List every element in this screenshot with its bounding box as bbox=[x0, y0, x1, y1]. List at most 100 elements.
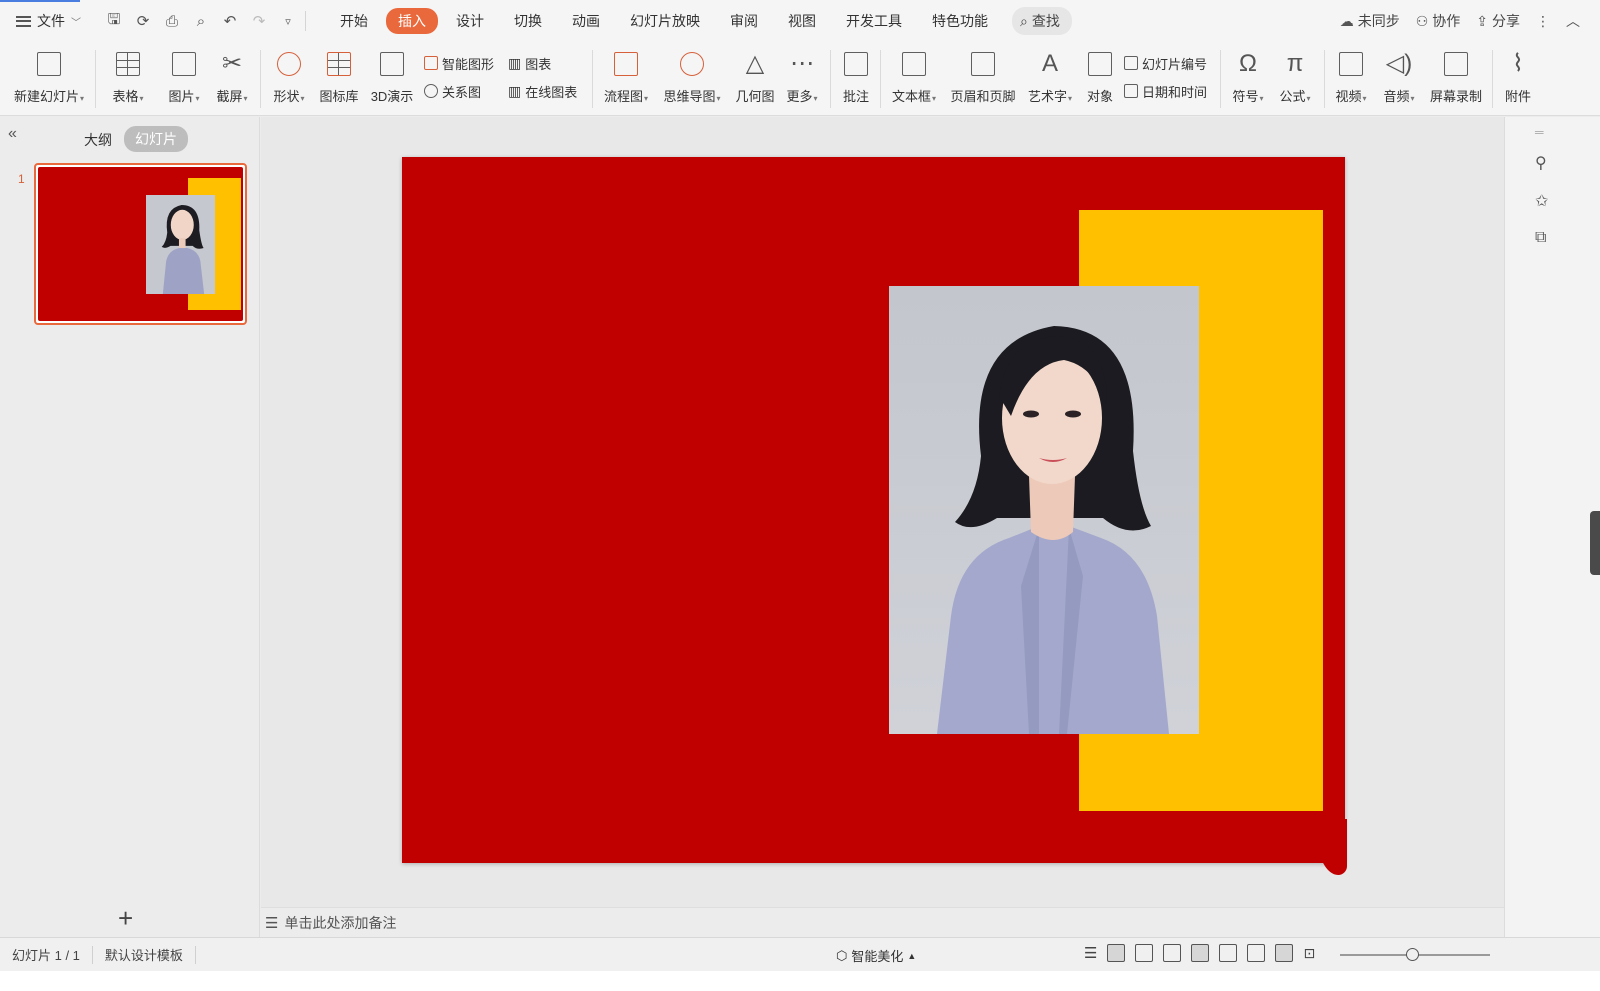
tab-view[interactable]: 视图 bbox=[776, 8, 828, 34]
window-bottom-edge bbox=[0, 971, 1600, 991]
tab-design[interactable]: 设计 bbox=[444, 8, 496, 34]
sync-status[interactable]: ☁ 未同步 bbox=[1340, 11, 1400, 31]
search-button[interactable]: ⌕ 查找 bbox=[1012, 7, 1072, 35]
bar-chart-icon: ▥ bbox=[508, 54, 522, 71]
fit-view-icon[interactable] bbox=[1275, 944, 1294, 962]
copy-pane-icon[interactable]: ⧉ bbox=[1535, 229, 1546, 247]
add-slide-button[interactable]: + bbox=[118, 903, 133, 934]
tab-slides[interactable]: 幻灯片 bbox=[124, 126, 188, 152]
3d-demo-button[interactable]: 3D演示 bbox=[366, 42, 418, 116]
chart-button[interactable]: ▥ 图表 bbox=[508, 52, 551, 74]
calendar-icon bbox=[1124, 84, 1138, 98]
smart-beautify-button[interactable]: ⬡ 智能美化 ▲ bbox=[836, 946, 916, 965]
grid-view-icon[interactable] bbox=[1219, 944, 1238, 962]
undo-icon[interactable]: ↶ bbox=[221, 12, 239, 30]
slide-sorter-icon[interactable] bbox=[1135, 944, 1154, 962]
wordart-label: 艺术字 bbox=[1027, 89, 1067, 104]
date-time-button[interactable]: 日期和时间 bbox=[1124, 80, 1207, 102]
save-icon[interactable]: 🖫 bbox=[105, 9, 123, 34]
zoom-slider[interactable] bbox=[1340, 948, 1490, 961]
tab-review[interactable]: 审阅 bbox=[718, 8, 770, 34]
geometry-label: 几何图 bbox=[735, 89, 775, 104]
attachment-button[interactable]: ⌇ 附件 bbox=[1498, 42, 1538, 116]
pin-icon[interactable]: ✩ bbox=[1535, 191, 1548, 211]
audio-label: 音频 bbox=[1383, 89, 1410, 104]
properties-icon[interactable]: ⚲ bbox=[1535, 153, 1547, 173]
more-options-icon[interactable]: ⋮ bbox=[1536, 13, 1550, 30]
smart-shape-button[interactable]: 智能图形 bbox=[424, 52, 494, 74]
audio-button[interactable]: ◁) 音频▾ bbox=[1378, 42, 1420, 116]
notes-area[interactable]: ☰ 单击此处添加备注 bbox=[261, 907, 1504, 937]
slideshow-icon[interactable]: ⊡ bbox=[1303, 945, 1315, 962]
symbol-button[interactable]: Ω 符号▾ bbox=[1228, 42, 1268, 116]
normal-view-icon[interactable] bbox=[1107, 944, 1126, 962]
video-button[interactable]: 视频▾ bbox=[1330, 42, 1372, 116]
search-icon: ⌕ bbox=[1020, 12, 1028, 29]
title-bar: 文件 ﹀ 🖫 ⟳ ⎙ ⌕ ↶ ↷ ▿ 开始 插入 设计 切换 动画 幻灯片放映 … bbox=[0, 0, 1600, 42]
notes-toggle-icon[interactable]: ☰ bbox=[1084, 944, 1097, 962]
collapse-panel-icon[interactable]: « bbox=[8, 125, 17, 143]
geometry-button[interactable]: △ 几何图 bbox=[732, 42, 778, 116]
tab-slideshow[interactable]: 幻灯片放映 bbox=[618, 8, 712, 34]
share-button[interactable]: ⇪ 分享 bbox=[1476, 11, 1520, 31]
flowchart-button[interactable]: 流程图▾ bbox=[600, 42, 652, 116]
online-chart-icon: ▥ bbox=[508, 82, 522, 99]
header-footer-label: 页眉和页脚 bbox=[950, 89, 1016, 104]
screen-record-icon bbox=[1444, 52, 1468, 76]
screenshot-button[interactable]: ✂ 截屏▾ bbox=[210, 42, 254, 116]
slide-number-label: 幻灯片编号 bbox=[1142, 56, 1208, 72]
slide-number-button[interactable]: 幻灯片编号 bbox=[1124, 52, 1207, 74]
customize-toolbar-icon[interactable]: ▿ bbox=[279, 15, 297, 28]
print-icon[interactable]: ⎙ bbox=[163, 13, 181, 30]
tab-home[interactable]: 开始 bbox=[328, 8, 380, 34]
collab-button[interactable]: ⚇ 协作 bbox=[1416, 11, 1461, 31]
tab-features[interactable]: 特色功能 bbox=[920, 8, 1000, 34]
tab-animations[interactable]: 动画 bbox=[560, 8, 612, 34]
reading-view-icon[interactable] bbox=[1163, 944, 1182, 962]
slide-canvas[interactable] bbox=[402, 157, 1347, 875]
more-button[interactable]: ⋯ 更多▾ bbox=[782, 42, 822, 116]
ribbon-separator bbox=[95, 50, 96, 108]
formula-button[interactable]: π 公式▾ bbox=[1274, 42, 1316, 116]
format-painter-icon[interactable]: ⟳ bbox=[134, 12, 152, 30]
screen-record-button[interactable]: 屏幕录制 bbox=[1426, 42, 1486, 116]
tab-developer[interactable]: 开发工具 bbox=[834, 8, 914, 34]
table-button[interactable]: 表格▾ bbox=[104, 42, 152, 116]
icon-library-button[interactable]: 图标库 bbox=[316, 42, 362, 116]
wordart-button[interactable]: A 艺术字▾ bbox=[1024, 42, 1076, 116]
file-menu[interactable]: 文件 ﹀ bbox=[16, 11, 81, 31]
tab-transitions[interactable]: 切换 bbox=[502, 8, 554, 34]
ellipsis-icon: ⋯ bbox=[790, 50, 814, 77]
picture-button[interactable]: 图片▾ bbox=[162, 42, 206, 116]
object-button[interactable]: 对象 bbox=[1082, 42, 1118, 116]
slide-thumbnail[interactable] bbox=[34, 163, 247, 325]
online-chart-button[interactable]: ▥ 在线图表 bbox=[508, 80, 577, 102]
tab-insert[interactable]: 插入 bbox=[386, 8, 438, 34]
print-preview-icon[interactable]: ⌕ bbox=[192, 13, 210, 30]
status-bar: 幻灯片 1 / 1 默认设计模板 ⬡ 智能美化 ▲ ☰ ⊡ bbox=[0, 937, 1600, 971]
textbox-button[interactable]: 文本框▾ bbox=[888, 42, 940, 116]
presenter-view-icon[interactable] bbox=[1247, 944, 1266, 962]
redo-icon[interactable]: ↷ bbox=[250, 12, 268, 30]
pane-collapse-icon[interactable]: ═ bbox=[1535, 125, 1544, 139]
zoom-slider-handle[interactable] bbox=[1406, 948, 1419, 961]
portrait-image bbox=[889, 286, 1199, 734]
shape-button[interactable]: 形状▾ bbox=[268, 42, 310, 116]
comment-button[interactable]: 批注 bbox=[838, 42, 874, 116]
share-label: 分享 bbox=[1492, 13, 1520, 29]
design-template[interactable]: 默认设计模板 bbox=[93, 945, 195, 964]
collapse-ribbon-icon[interactable]: ︿ bbox=[1566, 11, 1580, 31]
tab-outline[interactable]: 大纲 bbox=[84, 130, 112, 150]
new-slide-button[interactable]: 新建幻灯片▾ bbox=[10, 42, 88, 116]
portrait-thumbnail-image bbox=[146, 195, 215, 294]
mindmap-button[interactable]: 思维导图▾ bbox=[660, 42, 724, 116]
share-icon: ⇪ bbox=[1476, 12, 1488, 29]
shape-icon bbox=[277, 52, 301, 76]
textbox-icon bbox=[902, 52, 926, 76]
side-handle[interactable] bbox=[1590, 511, 1600, 575]
header-footer-button[interactable]: 页眉和页脚 bbox=[948, 42, 1018, 116]
relation-chart-button[interactable]: 关系图 bbox=[424, 80, 481, 102]
chart-label: 图表 bbox=[525, 56, 552, 72]
portrait-picture[interactable] bbox=[889, 286, 1199, 734]
outline-view-icon[interactable] bbox=[1191, 944, 1210, 962]
